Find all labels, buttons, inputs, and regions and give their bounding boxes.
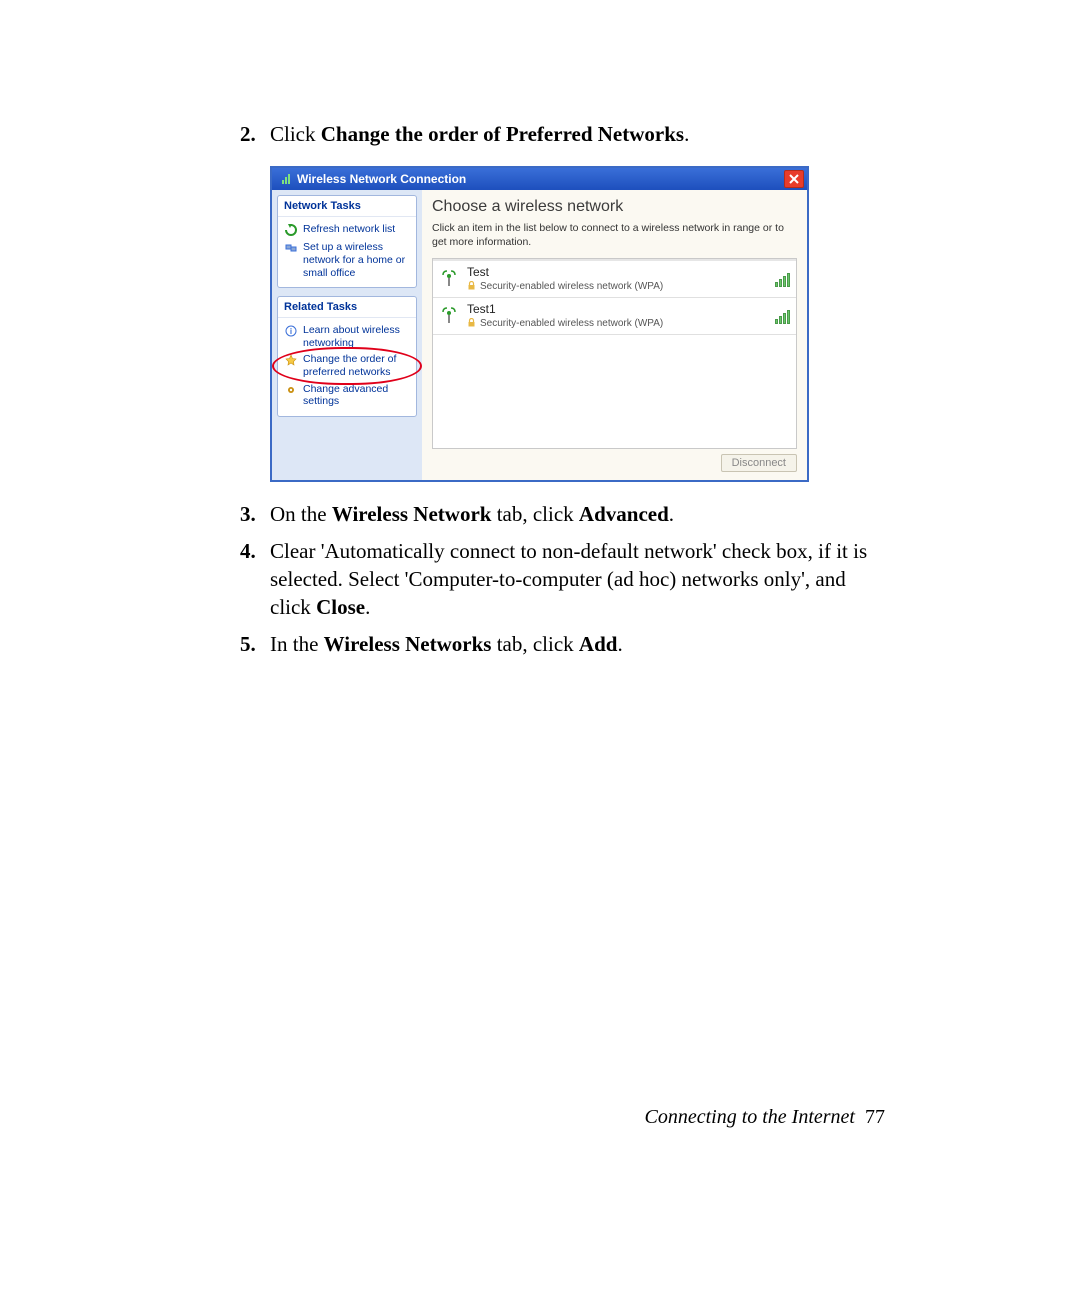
task-label: Set up a wireless network for a home or … [303, 241, 410, 279]
window-title: Wireless Network Connection [297, 172, 784, 186]
network-list: Test Security-enabled wireless network (… [432, 258, 797, 450]
svg-text:i: i [290, 327, 292, 336]
lock-icon [467, 318, 476, 330]
bold: Close [316, 595, 365, 619]
step-number: 2. [240, 120, 270, 148]
left-panel: Network Tasks Refresh network list Set u… [272, 190, 422, 480]
network-security: Security-enabled wireless network (WPA) [480, 318, 663, 329]
network-item[interactable]: Test1 Security-enabled wireless network … [433, 298, 796, 335]
related-tasks-box: Related Tasks i Learn about wireless net… [277, 296, 417, 417]
bold: Change the order of Preferred Networks [321, 122, 684, 146]
network-name: Test1 [467, 302, 767, 316]
step-5: 5. In the Wireless Networks tab, click A… [240, 630, 885, 658]
step-body: Clear 'Automatically connect to non-defa… [270, 537, 885, 622]
related-learn[interactable]: i Learn about wireless networking [280, 322, 414, 351]
antenna-icon [439, 269, 459, 289]
text: On the [270, 502, 332, 526]
bold: Add [579, 632, 618, 656]
step-3: 3. On the Wireless Network tab, click Ad… [240, 500, 885, 528]
text: tab, click [491, 632, 578, 656]
text: . [684, 122, 689, 146]
refresh-icon [284, 223, 298, 237]
star-icon [284, 353, 298, 367]
text: tab, click [491, 502, 578, 526]
info-icon: i [284, 324, 298, 338]
screenshot-wireless-dialog: Wireless Network Connection Network Task… [270, 166, 809, 482]
related-change-order[interactable]: Change the order of preferred networks [280, 351, 414, 380]
wireless-icon [278, 172, 292, 186]
close-icon [789, 174, 799, 184]
task-label: Refresh network list [303, 223, 395, 236]
task-label: Learn about wireless networking [303, 324, 410, 349]
signal-icon [775, 271, 790, 287]
step-4: 4. Clear 'Automatically connect to non-d… [240, 537, 885, 622]
task-label: Change advanced settings [303, 383, 410, 408]
network-item[interactable]: Test Security-enabled wireless network (… [433, 259, 796, 298]
titlebar: Wireless Network Connection [272, 168, 807, 190]
lock-icon [467, 281, 476, 293]
bold: Wireless Network [332, 502, 492, 526]
task-label: Change the order of preferred networks [303, 353, 410, 378]
step-number: 3. [240, 500, 270, 528]
task-setup-network[interactable]: Set up a wireless network for a home or … [280, 239, 414, 281]
choose-network-subtext: Click an item in the list below to conne… [432, 222, 797, 249]
task-refresh[interactable]: Refresh network list [280, 221, 414, 239]
text: In the [270, 632, 324, 656]
text: . [617, 632, 622, 656]
step-body: Click Change the order of Preferred Netw… [270, 120, 885, 148]
setup-network-icon [284, 241, 298, 255]
text: . [365, 595, 370, 619]
disconnect-button[interactable]: Disconnect [721, 454, 797, 472]
related-tasks-header: Related Tasks [278, 297, 416, 318]
close-button[interactable] [784, 170, 804, 188]
text: Click [270, 122, 321, 146]
choose-network-header: Choose a wireless network [432, 198, 797, 216]
page-footer: Connecting to the Internet 77 [644, 1106, 885, 1129]
antenna-icon [439, 306, 459, 326]
step-2: 2. Click Change the order of Preferred N… [240, 120, 885, 148]
signal-icon [775, 308, 790, 324]
step-number: 5. [240, 630, 270, 658]
right-panel: Choose a wireless network Click an item … [422, 190, 807, 480]
text: . [669, 502, 674, 526]
bold: Advanced [579, 502, 669, 526]
section-title: Connecting to the Internet [644, 1106, 855, 1128]
network-tasks-header: Network Tasks [278, 196, 416, 217]
network-name: Test [467, 265, 767, 279]
step-number: 4. [240, 537, 270, 622]
network-security: Security-enabled wireless network (WPA) [480, 281, 663, 292]
bold: Wireless Networks [324, 632, 492, 656]
page-number: 77 [865, 1106, 885, 1128]
related-advanced[interactable]: Change advanced settings [280, 381, 414, 410]
network-tasks-box: Network Tasks Refresh network list Set u… [277, 195, 417, 288]
gear-icon [284, 383, 298, 397]
step-body: On the Wireless Network tab, click Advan… [270, 500, 885, 528]
step-body: In the Wireless Networks tab, click Add. [270, 630, 885, 658]
